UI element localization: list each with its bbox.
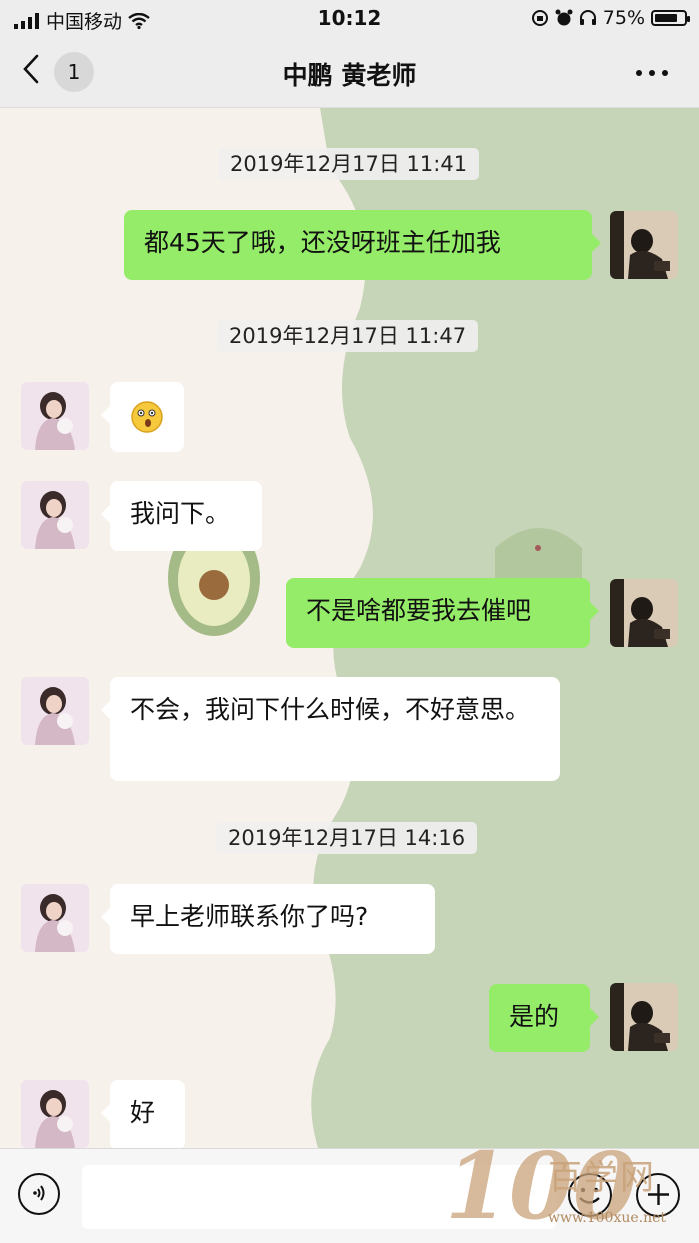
voice-icon [33,1185,45,1201]
headphones-icon [579,10,596,25]
battery-percent: 75% [602,7,645,29]
timestamp: 2019年12月17日 11:41 [218,148,480,180]
more-button[interactable] [635,50,669,85]
watermark-url: www.100xue.net [548,1210,667,1226]
contact-message[interactable]: 不会，我问下什么时候，不好意思。 [101,677,560,781]
status-bar: 中国移动 10:12 75% [0,0,699,36]
chat-title: 中鹏 黄老师 [282,61,417,90]
contact-avatar[interactable] [21,884,89,952]
surprised-emoji-icon [131,401,163,433]
contact-avatar[interactable] [21,1080,89,1148]
rotation-lock-icon [531,10,548,26]
contact-message[interactable]: 好 [101,1080,185,1148]
contact-avatar[interactable] [21,382,89,450]
my-avatar[interactable] [610,579,678,647]
contact-message[interactable]: 我问下。 [101,481,262,551]
contact-message[interactable] [101,382,184,452]
timestamp: 2019年12月17日 11:47 [217,320,479,352]
contact-avatar[interactable] [21,481,89,549]
contact-message[interactable]: 早上老师联系你了吗? [101,884,435,954]
watermark-cn: 百学网 [548,1158,656,1198]
chat-area[interactable]: 2019年12月17日 11:41 都45天了哦，还没呀班主任加我 2019年1… [0,108,699,1148]
my-message[interactable]: 都45天了哦，还没呀班主任加我 [124,210,601,280]
alarm-icon [555,9,573,26]
more-icon [636,70,668,76]
status-right: 75% [531,7,690,29]
contact-avatar[interactable] [21,677,89,745]
my-avatar[interactable] [610,983,678,1051]
voice-button[interactable] [18,1173,60,1215]
my-avatar[interactable] [610,211,678,279]
chat-header: 1 中鹏 黄老师 [0,36,699,108]
my-message[interactable]: 不是啥都要我去催吧 [286,578,599,648]
timestamp: 2019年12月17日 14:16 [216,822,478,854]
battery-icon [651,10,690,26]
my-message[interactable]: 是的 [489,984,599,1052]
